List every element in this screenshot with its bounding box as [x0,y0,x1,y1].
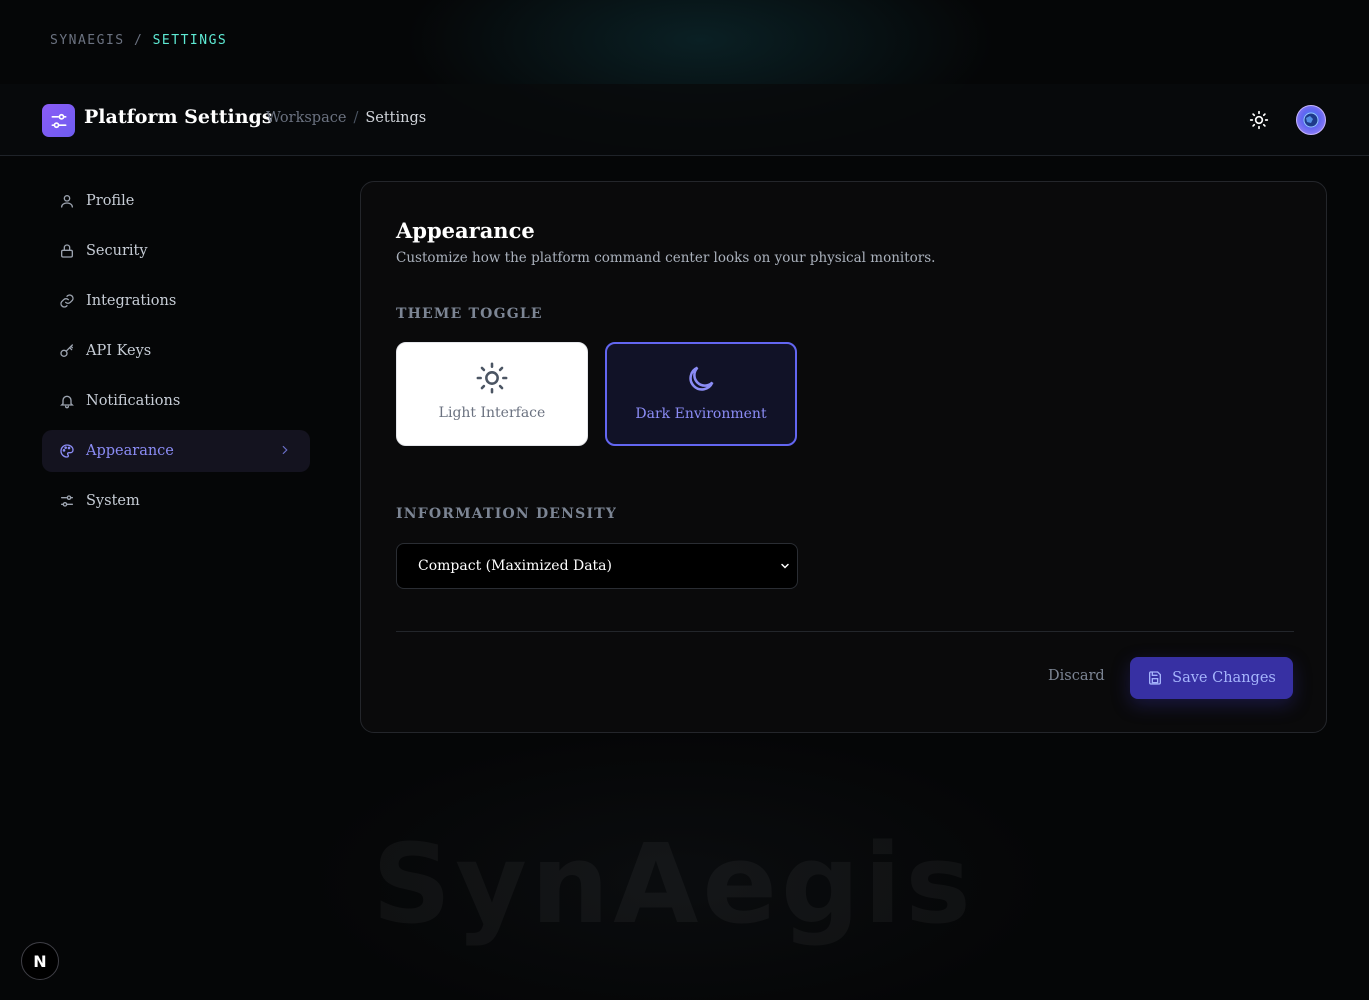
top-breadcrumb-separator: / [124,33,153,48]
sidebar-item-appearance[interactable]: Appearance [42,430,310,472]
panel-title: Appearance [396,218,535,243]
save-icon [1147,670,1163,686]
user-icon [58,192,76,210]
app-title: Platform Settings [84,106,273,128]
breadcrumb-settings: Settings [365,110,427,126]
settings-sidebar: Profile Security Integrations API Keys N… [42,180,310,530]
density-select[interactable]: Compact (Maximized Data) [396,543,798,589]
save-button-label: Save Changes [1172,670,1276,686]
user-avatar[interactable] [1296,105,1326,135]
lock-icon [58,242,76,260]
discard-button[interactable]: Discard [1048,668,1105,684]
theme-option-label: Light Interface [438,405,546,421]
sidebar-item-system[interactable]: System [42,480,310,522]
sun-icon [475,361,509,395]
sidebar-item-label: Security [86,243,148,259]
framework-badge[interactable]: N [21,942,59,980]
palette-icon [58,442,76,460]
panel-description: Customize how the platform command cente… [396,250,936,266]
sidebar-item-label: Notifications [86,393,181,409]
theme-option-label: Dark Environment [635,406,767,422]
sidebar-item-api-keys[interactable]: API Keys [42,330,310,372]
theme-option-dark[interactable]: Dark Environment [605,342,797,446]
sliders-icon [51,113,66,128]
top-breadcrumb-current: SETTINGS [152,33,228,48]
top-breadcrumb: SYNAEGIS / SETTINGS [50,33,227,48]
theme-toggle-button[interactable] [1246,107,1272,133]
globe-avatar-icon [1303,112,1319,128]
theme-option-light[interactable]: Light Interface [396,342,588,446]
header-breadcrumb: Workspace / Settings [266,110,426,126]
appearance-panel: Appearance Customize how the platform co… [360,181,1327,733]
sun-icon [1249,110,1269,130]
app-logo[interactable] [42,104,75,137]
sidebar-item-integrations[interactable]: Integrations [42,280,310,322]
sidebar-item-label: Profile [86,193,135,209]
chevron-right-icon [278,443,292,461]
key-icon [58,342,76,360]
panel-divider [396,631,1294,632]
save-changes-button[interactable]: Save Changes [1130,657,1293,699]
sidebar-item-label: Integrations [86,293,177,309]
density-select-value: Compact (Maximized Data) [418,558,612,574]
link-icon [58,292,76,310]
bell-icon [58,392,76,410]
top-breadcrumb-root[interactable]: SYNAEGIS [50,33,125,48]
chevron-down-icon [779,560,791,576]
sidebar-item-label: API Keys [86,343,152,359]
theme-section-label: THEME TOGGLE [396,306,543,322]
sidebar-item-profile[interactable]: Profile [42,180,310,222]
sidebar-item-label: System [86,493,140,509]
breadcrumb-workspace[interactable]: Workspace [266,110,346,126]
sidebar-item-label: Appearance [86,443,174,459]
sliders-icon [58,492,76,510]
breadcrumb-separator: / [353,110,359,126]
sidebar-item-security[interactable]: Security [42,230,310,272]
app-header: Platform Settings Workspace / Settings [0,84,1369,156]
moon-icon [684,362,718,396]
density-section-label: INFORMATION DENSITY [396,506,618,522]
sidebar-item-notifications[interactable]: Notifications [42,380,310,422]
brand-watermark: SynAegis [372,820,1012,950]
